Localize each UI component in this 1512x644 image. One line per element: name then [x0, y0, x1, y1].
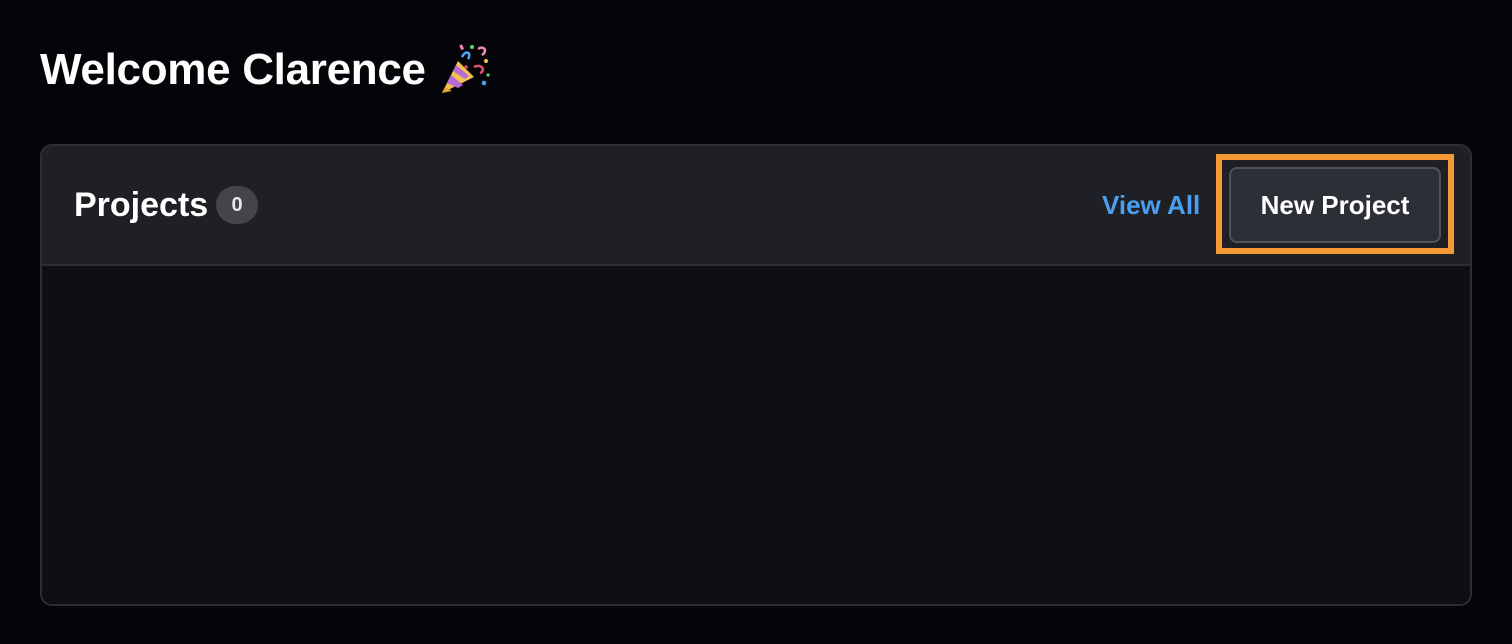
projects-list — [42, 266, 1470, 604]
welcome-header: Welcome Clarence — [40, 40, 492, 100]
projects-card: Projects 0 View All New Project — [40, 144, 1472, 606]
projects-title: Projects — [74, 186, 209, 224]
dashboard-page: Welcome Clarence Projects 0 View All New… — [0, 0, 1512, 644]
projects-card-header: Projects 0 View All New Project — [42, 146, 1470, 266]
party-popper-icon — [438, 43, 492, 97]
new-project-button[interactable]: New Project — [1229, 167, 1441, 243]
welcome-title: Welcome Clarence — [40, 45, 426, 94]
view-all-link[interactable]: View All — [1102, 184, 1200, 226]
projects-count-badge: 0 — [216, 186, 258, 224]
